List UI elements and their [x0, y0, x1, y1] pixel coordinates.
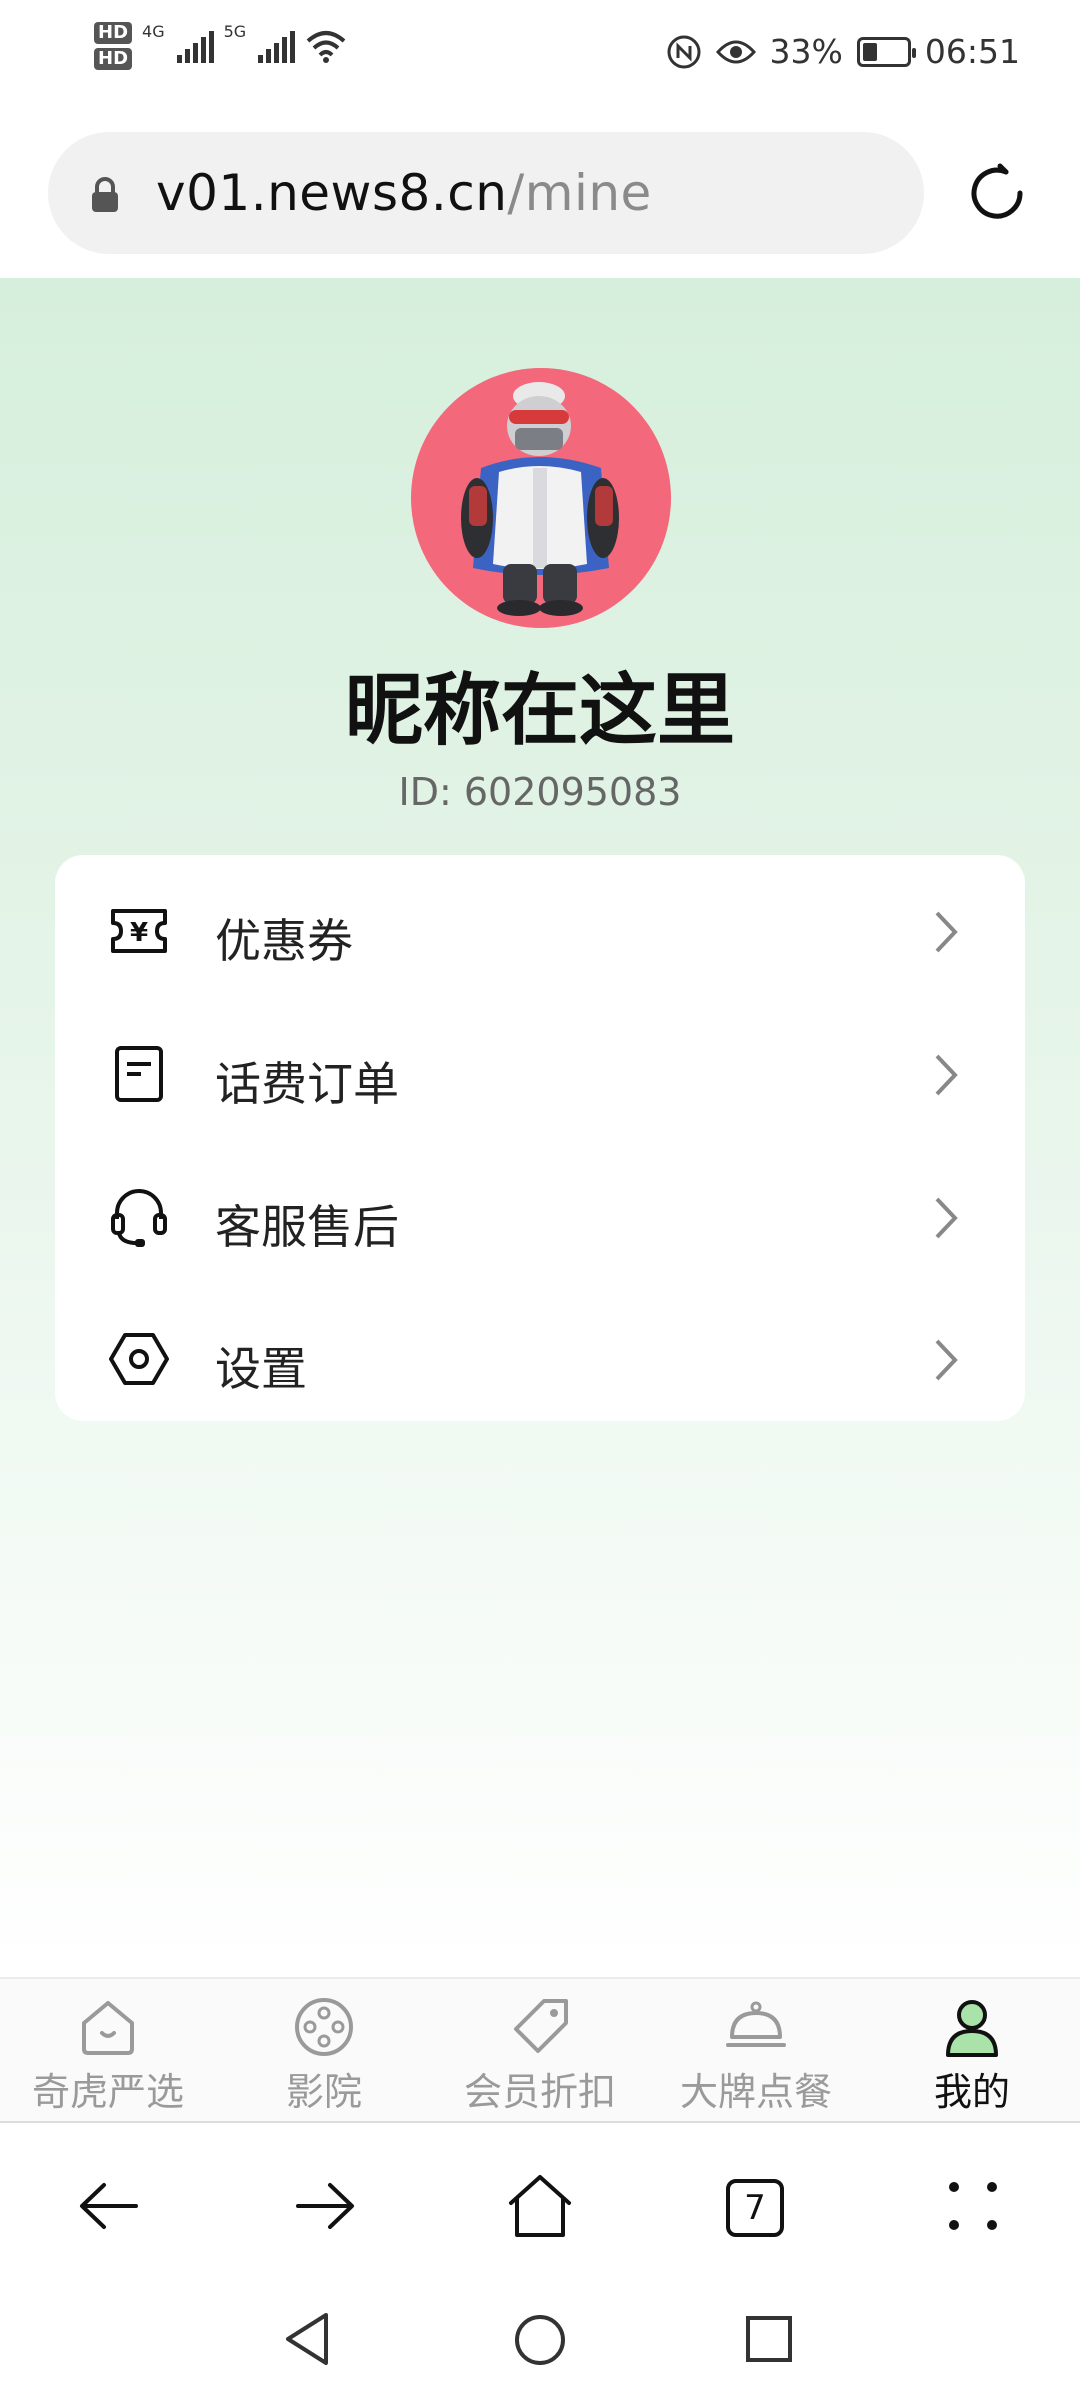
- coupon-icon: ¥: [111, 909, 167, 953]
- more-dots-icon[interactable]: [938, 2171, 1008, 2241]
- signal-strength-icon: [176, 29, 214, 63]
- battery-percent: 33%: [769, 32, 843, 71]
- film-reel-icon: [295, 1998, 353, 2056]
- menu-item-label: 客服售后: [215, 1200, 399, 1254]
- menu-card: ¥ 优惠券 话费订单 客服售后 设置: [55, 855, 1025, 1421]
- url-text: v01.news8.cn/mine: [156, 164, 652, 222]
- url-path: /mine: [507, 164, 652, 222]
- tab-count-button[interactable]: 7: [726, 2179, 784, 2237]
- system-back-icon[interactable]: [282, 2311, 332, 2367]
- network-type-2: 5G: [223, 22, 247, 41]
- tab-cinema[interactable]: 影院: [216, 1979, 432, 2125]
- network-type-1: 4G: [142, 22, 165, 41]
- settings-icon: [109, 1333, 169, 1385]
- nickname: 昵称在这里: [344, 666, 735, 756]
- signal-strength-icon: [258, 29, 296, 63]
- svg-text:¥: ¥: [130, 918, 148, 948]
- menu-item-settings[interactable]: 设置: [55, 1289, 1025, 1429]
- food-dome-icon: [726, 2001, 786, 2047]
- tab-brand-food[interactable]: 大牌点餐: [648, 1979, 864, 2125]
- system-navigation-bar: [0, 2285, 1080, 2400]
- user-icon: [946, 2000, 998, 2057]
- tab-label: 我的: [933, 2070, 1010, 2114]
- tag-icon: [514, 1999, 568, 2053]
- tab-label: 会员折扣: [463, 2070, 616, 2114]
- order-icon: [115, 1046, 163, 1102]
- forward-arrow-icon[interactable]: [290, 2171, 360, 2241]
- tab-label: 奇虎严选: [31, 2070, 184, 2114]
- tab-qihu-select[interactable]: 奇虎严选: [0, 1979, 216, 2125]
- system-home-icon[interactable]: [513, 2313, 567, 2367]
- clock: 06:51: [924, 32, 1020, 71]
- hd-badge-1: HD: [94, 22, 133, 44]
- home-icon[interactable]: [505, 2171, 575, 2241]
- url-host: v01.news8.cn: [156, 164, 508, 222]
- chevron-right-icon: [935, 1197, 958, 1239]
- menu-item-label: 设置: [215, 1342, 307, 1396]
- tab-label: 大牌点餐: [679, 2070, 832, 2114]
- avatar[interactable]: [411, 368, 671, 628]
- tab-label: 影院: [285, 2070, 362, 2114]
- menu-item-label: 话费订单: [215, 1057, 399, 1111]
- nfc-icon: [667, 35, 701, 68]
- status-bar: HD HD 4G 5G 33% 06:51: [0, 0, 1080, 110]
- browser-address-row: v01.news8.cn/mine: [0, 110, 1080, 278]
- wifi-icon: [306, 31, 346, 63]
- battery-icon: [856, 36, 916, 67]
- system-recents-icon[interactable]: [745, 2315, 793, 2363]
- signal-indicators: HD HD 4G 5G: [94, 22, 347, 70]
- chevron-right-icon: [935, 1339, 958, 1381]
- browser-toolbar: 7: [0, 2125, 1080, 2285]
- avatar-character-image: [461, 382, 619, 616]
- back-arrow-icon[interactable]: [74, 2171, 144, 2241]
- eye-icon: [715, 40, 756, 63]
- chevron-right-icon: [935, 1054, 958, 1096]
- tab-mine[interactable]: 我的: [864, 1979, 1080, 2125]
- lock-icon: [92, 177, 118, 212]
- menu-item-phone-orders[interactable]: 话费订单: [55, 1004, 1025, 1144]
- reload-icon[interactable]: [962, 158, 1032, 228]
- menu-item-coupons[interactable]: ¥ 优惠券: [55, 861, 1025, 1001]
- address-bar[interactable]: v01.news8.cn/mine: [48, 132, 924, 254]
- home-icon: [82, 2001, 134, 2055]
- tab-member-discount[interactable]: 会员折扣: [432, 1979, 648, 2125]
- profile-page: 昵称在这里 ID: 602095083 ¥ 优惠券 话费订单 客服售后 设置: [0, 278, 1080, 1978]
- bottom-tab-bar: 奇虎严选 影院 会员折扣 大牌点餐 我的: [0, 1977, 1080, 2123]
- headset-icon: [111, 1189, 167, 1247]
- hd-badge-2: HD: [94, 48, 133, 70]
- menu-item-customer-service[interactable]: 客服售后: [55, 1147, 1025, 1287]
- menu-item-label: 优惠券: [215, 914, 353, 968]
- chevron-right-icon: [935, 911, 958, 953]
- user-id: ID: 602095083: [398, 770, 682, 814]
- status-right: 33% 06:51: [666, 32, 1020, 71]
